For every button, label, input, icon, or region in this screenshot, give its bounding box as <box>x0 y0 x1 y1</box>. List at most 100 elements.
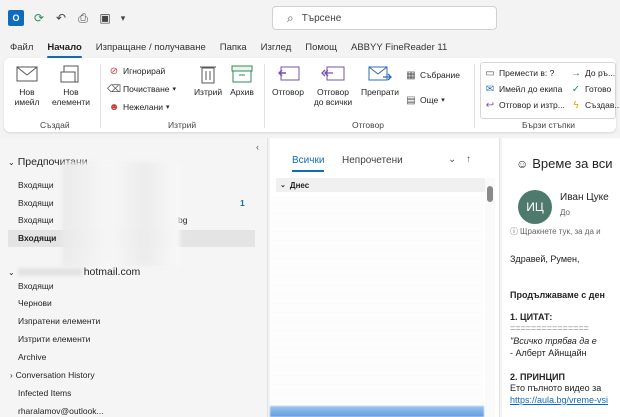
folder-deleted[interactable]: Изтрити елементи <box>18 334 90 344</box>
reading-pane: ☺ Време за вси ИЦ Иван Цуке До ⓘ Щракнете … <box>502 138 620 417</box>
customize-toolbar-icon[interactable]: ▾ <box>118 10 128 26</box>
folder-item[interactable]: Входящи <box>18 198 54 208</box>
forward-icon <box>368 63 392 85</box>
envelope-icon: ✉ <box>485 83 495 95</box>
account-header[interactable]: ⌄ hotmail.com <box>8 266 140 278</box>
video-link[interactable]: https://aula.bg/vreme-vsi <box>510 395 608 405</box>
meeting-button[interactable]: ▦ Събрание <box>405 69 460 81</box>
chevron-down-icon: ▾ <box>166 104 170 111</box>
folder-drafts[interactable]: Чернови <box>18 298 52 308</box>
section-principle: 2. ПРИНЦИП <box>510 372 565 382</box>
scrollbar[interactable] <box>485 178 495 417</box>
folder-item[interactable]: Входящи <box>18 215 54 225</box>
recipient-label: До <box>560 208 570 217</box>
search-icon: ⌕ <box>287 10 294 25</box>
filter-chevron-icon[interactable]: ⌄ <box>448 154 456 165</box>
arrow-right-icon: → <box>571 67 581 79</box>
quickstep-create[interactable]: ϟ Създав... <box>570 99 620 111</box>
group-label-respond: Отговор <box>352 120 385 130</box>
sort-arrow-icon[interactable]: ↑ <box>466 154 471 165</box>
folder-inbox[interactable]: Входящи <box>18 281 54 291</box>
group-label-quick-steps: Бързи стъпки <box>522 120 576 130</box>
folder-pane: ‹ ⌄ Предпочитани Входящи Входящи 1 Входя… <box>0 138 268 417</box>
more-button[interactable]: ▤ Още ▾ <box>405 94 445 106</box>
more-icon: ▤ <box>406 94 416 106</box>
search-box[interactable]: ⌕ Търсене <box>272 6 497 30</box>
quote-author: - Алберт Айнщайн <box>510 348 587 358</box>
new-email-button[interactable]: Нов имейл <box>10 63 44 107</box>
reply-button[interactable]: Отговор <box>268 63 308 97</box>
folder-archive[interactable]: Archive <box>18 352 46 362</box>
collapse-pane-icon[interactable]: ‹ <box>256 142 259 152</box>
selected-message-row[interactable] <box>270 406 484 417</box>
info-bar[interactable]: ⓘ Щракнете тук, за да и <box>510 226 601 237</box>
quickstep-team-email[interactable]: ✉ Имейл до екипа <box>484 83 563 95</box>
message-list-items <box>270 196 484 407</box>
redacted-region <box>62 162 180 266</box>
folder-item[interactable]: Входящи <box>18 180 54 190</box>
chevron-down-icon: ▾ <box>441 97 445 104</box>
chevron-down-icon: ⌄ <box>8 267 15 277</box>
info-icon: ⓘ <box>510 227 518 236</box>
lightning-icon: ϟ <box>573 99 579 111</box>
separator-line: =============== <box>510 323 589 333</box>
save-icon[interactable]: ▣ <box>98 10 112 26</box>
folder-sent[interactable]: Изпратени елементи <box>18 316 100 326</box>
print-icon[interactable]: ⎙ <box>76 10 90 26</box>
quickstep-reply-delete[interactable]: ↩ Отговор и изтр... <box>484 99 565 111</box>
undo-icon[interactable]: ↶ <box>54 10 68 26</box>
chevron-down-icon: ⌄ <box>8 157 15 167</box>
quickstep-done[interactable]: ✓ Готово <box>570 83 611 95</box>
tab-file[interactable]: Файл <box>10 42 33 53</box>
reply-icon: ↩ <box>485 99 495 111</box>
tab-view[interactable]: Изглед <box>261 42 292 53</box>
tab-all[interactable]: Всички <box>292 155 325 172</box>
tab-unread[interactable]: Непрочетени <box>342 155 403 166</box>
tab-help[interactable]: Помощ <box>305 42 337 53</box>
group-header-today[interactable]: ⌄ Днес <box>276 178 486 192</box>
body-heading: Продължаваме с ден <box>510 290 605 300</box>
forward-button[interactable]: Препрати <box>358 63 402 97</box>
tab-folder[interactable]: Папка <box>220 42 247 53</box>
chevron-down-icon: ⌄ <box>280 182 286 189</box>
check-icon: ✓ <box>571 83 581 95</box>
ribbon-separator <box>474 64 475 128</box>
chevron-right-icon: › <box>10 371 13 380</box>
sender-name[interactable]: Иван Цуке <box>560 192 609 203</box>
ignore-button[interactable]: ⊘ Игнорирай <box>108 65 166 77</box>
avatar[interactable]: ИЦ <box>518 190 552 224</box>
quickstep-to-manager[interactable]: → До ръ... <box>570 67 615 79</box>
quickstep-move[interactable]: ▭ Премести в: ? <box>484 67 554 79</box>
menu-tabs: Файл Начало Изпращане / получаване Папка… <box>0 36 620 58</box>
chevron-down-icon: ▾ <box>172 86 177 93</box>
new-items-button[interactable]: Нов елементи <box>50 63 92 107</box>
reply-all-button[interactable]: Отговор до всички <box>310 63 356 107</box>
envelope-icon <box>15 63 39 85</box>
tab-send-receive[interactable]: Изпращане / получаване <box>96 42 206 53</box>
move-icon: ▭ <box>485 67 495 79</box>
new-items-icon <box>59 63 83 85</box>
video-text: Ето пълното видео за <box>510 383 602 393</box>
account-outlook[interactable]: rharalamov@outlook... <box>18 406 104 416</box>
title-bar: O ⟳ ↶ ⎙ ▣ ▾ ⌕ Търсене <box>0 0 620 36</box>
folder-infected[interactable]: Infected Items <box>18 388 71 398</box>
junk-icon: ☻ <box>108 101 120 113</box>
cleanup-button[interactable]: ⌫ Почистване ▾ <box>107 83 177 95</box>
reply-icon <box>276 63 300 85</box>
junk-button[interactable]: ☻ Нежелани ▾ <box>108 101 170 113</box>
reply-all-icon <box>321 63 345 85</box>
archive-button[interactable]: Архив <box>226 63 258 97</box>
scrollbar-thumb[interactable] <box>487 186 493 202</box>
ribbon-separator <box>100 64 101 128</box>
trash-icon <box>196 63 220 85</box>
group-label-delete: Изтрий <box>168 120 197 130</box>
tab-home[interactable]: Начало <box>47 42 83 58</box>
delete-button[interactable]: Изтрий <box>192 63 224 97</box>
message-list: Всички Непрочетени ⌄ ↑ ⌄ Днес <box>270 138 500 417</box>
tab-abbyy[interactable]: ABBYY FineReader 11 <box>351 42 447 53</box>
unread-count: 1 <box>240 198 245 208</box>
calendar-icon: ▦ <box>406 69 416 81</box>
search-input[interactable]: Търсене <box>302 13 342 24</box>
folder-conversation-history[interactable]: › Conversation History <box>10 370 95 380</box>
sync-icon[interactable]: ⟳ <box>32 10 46 26</box>
